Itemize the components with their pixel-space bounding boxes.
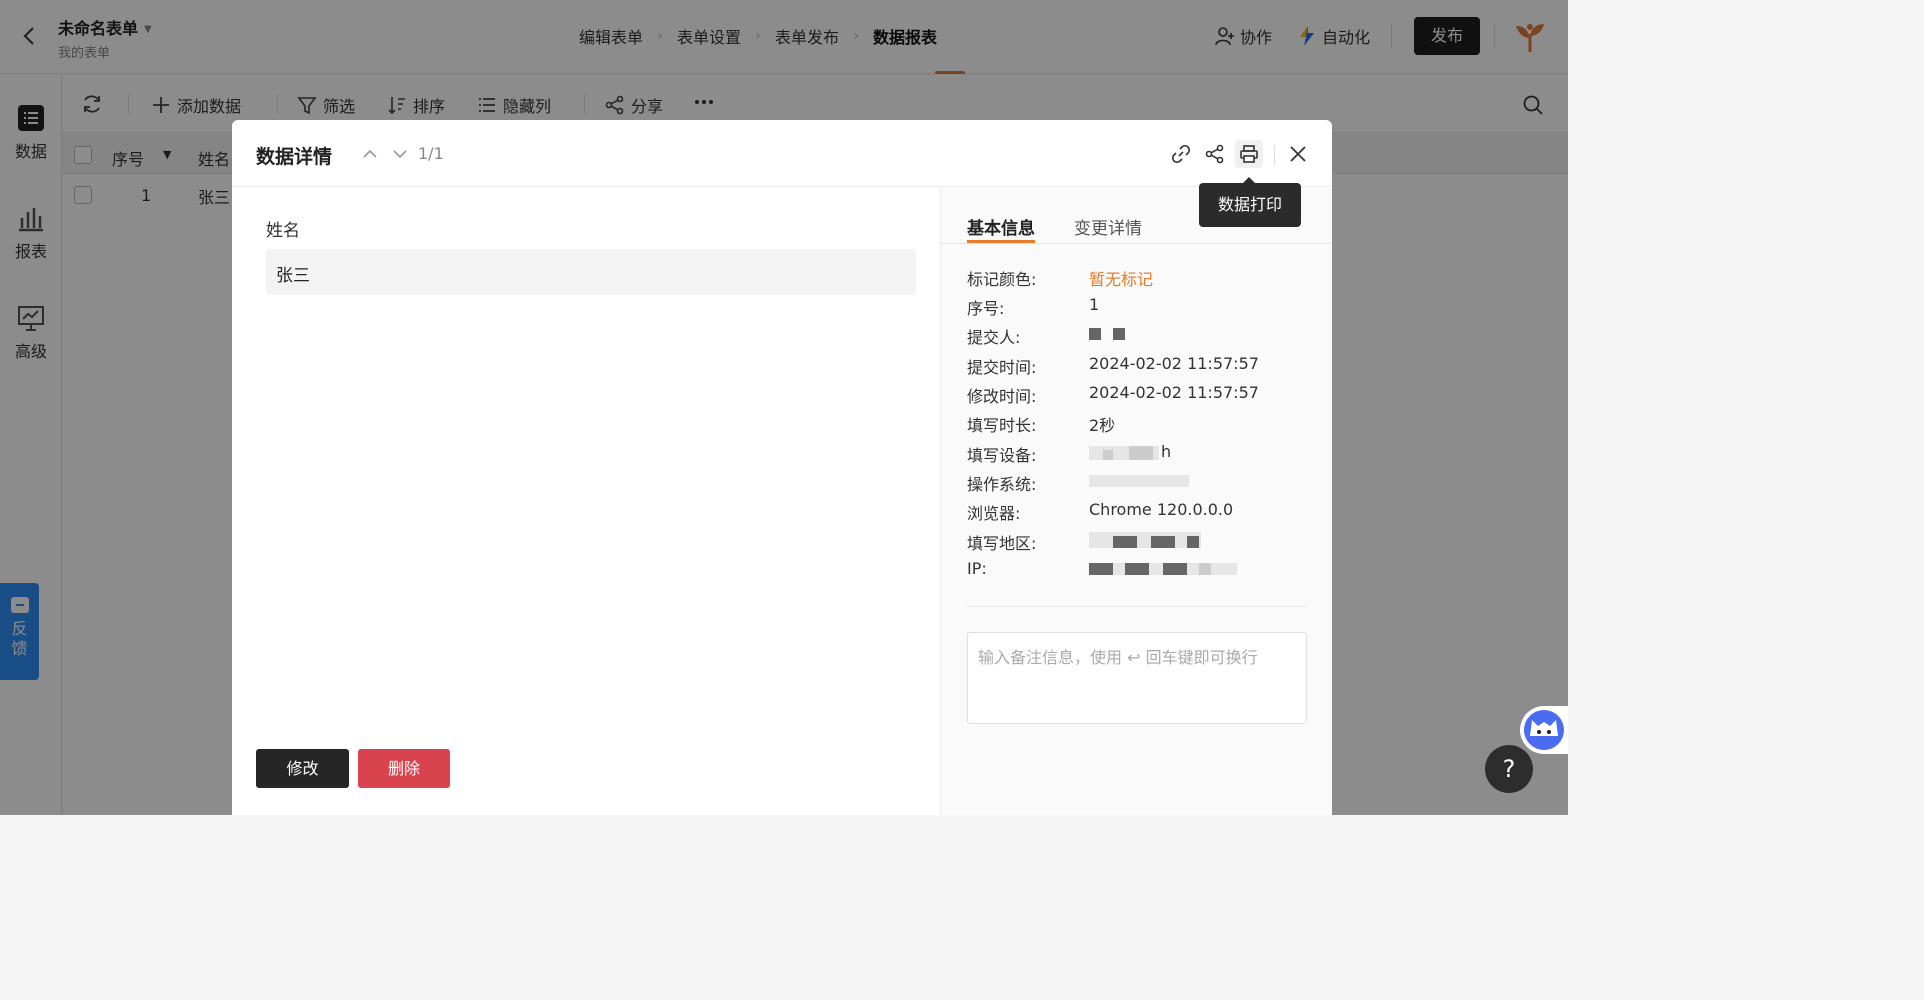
remark-input[interactable] [967, 632, 1307, 724]
info-row-region: 填写地区: [967, 530, 1317, 553]
info-key: 标记颜色: [967, 270, 1037, 289]
print-icon[interactable] [1235, 140, 1263, 168]
edit-button[interactable]: 修改 [256, 749, 349, 788]
info-row-ip: IP: [967, 559, 1317, 581]
info-row-duration: 填写时长: 2秒 [967, 412, 1317, 435]
info-row-os: 操作系统: [967, 471, 1317, 494]
info-pane: 基本信息 变更详情 标记颜色: 暂无标记 序号: 1 提交人: 提交时间: 20… [940, 188, 1332, 815]
divider [1274, 145, 1275, 165]
redacted-value [1089, 563, 1237, 577]
active-tab-indicator [967, 240, 1035, 243]
chevron-down-icon[interactable] [390, 144, 410, 164]
modal-title: 数据详情 [256, 146, 333, 168]
info-key: 填写地区: [967, 534, 1037, 553]
info-key: IP: [967, 559, 987, 578]
tab-change-details[interactable]: 变更详情 [1074, 214, 1142, 239]
assistant-avatar-icon[interactable] [1520, 706, 1568, 754]
info-row-device: 填写设备: h [967, 442, 1317, 465]
field-value-name: 张三 [266, 249, 916, 295]
form-content-pane: 姓名 张三 修改 删除 [232, 188, 940, 815]
info-key: 浏览器: [967, 504, 1021, 523]
info-key: 操作系统: [967, 475, 1037, 494]
data-detail-modal: 数据详情 1/1 数据打印 姓名 张三 修改 删除 基本信息 变更详情 标记颜色… [232, 120, 1332, 815]
info-key: 提交时间: [967, 358, 1037, 377]
info-value: Chrome 120.0.0.0 [1089, 500, 1234, 519]
record-nav [360, 144, 410, 164]
info-value: 2024-02-02 11:57:57 [1089, 354, 1259, 373]
info-row-mark-color: 标记颜色: 暂无标记 [967, 266, 1317, 290]
divider [967, 606, 1307, 607]
info-row-submitter: 提交人: [967, 324, 1317, 347]
redacted-value [1089, 532, 1201, 548]
chevron-up-icon[interactable] [360, 144, 380, 164]
info-value: 1 [1089, 295, 1100, 314]
info-key: 序号: [967, 299, 1005, 318]
print-tooltip: 数据打印 [1199, 177, 1301, 227]
info-row-modify-time: 修改时间: 2024-02-02 11:57:57 [967, 383, 1317, 406]
tab-basic-info[interactable]: 基本信息 [967, 214, 1035, 239]
modal-header: 数据详情 1/1 [232, 120, 1332, 187]
info-key: 填写设备: [967, 446, 1037, 465]
info-key: 修改时间: [967, 387, 1037, 406]
close-icon[interactable] [1284, 140, 1312, 168]
redacted-value [1089, 328, 1129, 342]
info-key: 提交人: [967, 328, 1021, 347]
info-row-submit-time: 提交时间: 2024-02-02 11:57:57 [967, 354, 1317, 377]
redacted-value [1089, 446, 1159, 460]
info-value: 2秒 [1089, 416, 1116, 435]
mark-color-value[interactable]: 暂无标记 [1089, 266, 1153, 290]
help-button[interactable]: ? [1485, 745, 1533, 793]
info-key: 填写时长: [967, 416, 1037, 435]
info-row-browser: 浏览器: Chrome 120.0.0.0 [967, 500, 1317, 523]
share-icon[interactable] [1201, 140, 1229, 168]
info-value: 2024-02-02 11:57:57 [1089, 383, 1259, 402]
field-label-name: 姓名 [266, 221, 300, 241]
delete-button[interactable]: 删除 [358, 749, 450, 788]
info-row-seq: 序号: 1 [967, 295, 1317, 318]
record-pager: 1/1 [418, 144, 444, 163]
redacted-value [1089, 475, 1189, 489]
link-icon[interactable] [1167, 140, 1195, 168]
info-value: h [1161, 442, 1172, 461]
